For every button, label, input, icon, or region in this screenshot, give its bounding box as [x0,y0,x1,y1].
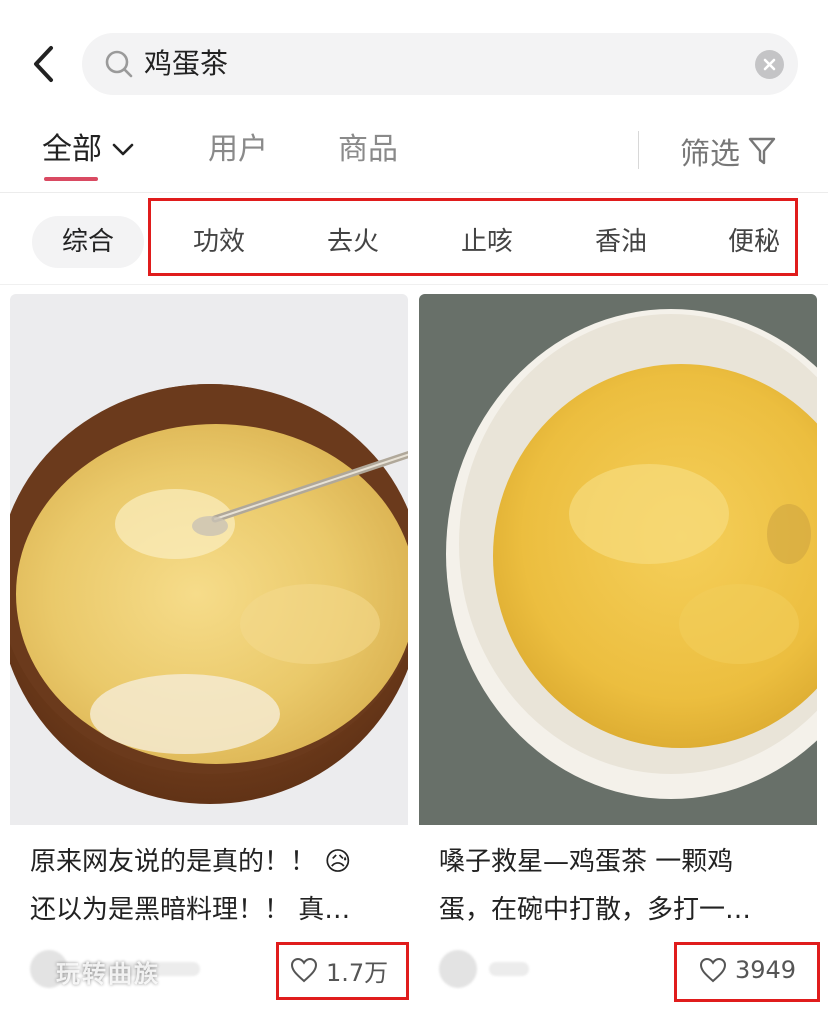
like-count: 1.7万 [326,958,389,987]
back-button[interactable] [26,44,62,84]
avatar[interactable] [439,950,477,988]
tab-all[interactable]: 全部 [42,130,134,170]
like-button[interactable]: 3949 [699,950,796,990]
note-card-1[interactable]: 原来网友说的是真的！！ 😥 还以为是黑暗料理！！ 真… 1.7万 [10,294,408,1009]
card-title: 嗓子救星—鸡蛋茶 一颗鸡 蛋，在碗中打散，多打一… [439,838,799,934]
chip-reduce-heat[interactable]: 去火 [327,225,379,259]
clear-icon[interactable] [755,50,784,79]
chevron-left-icon [34,46,53,82]
card-title-line2: 还以为是黑暗料理！！ 真… [30,895,351,925]
heart-icon [699,957,727,983]
chip-cough[interactable]: 止咳 [461,225,513,259]
card-title: 原来网友说的是真的！！ 😥 还以为是黑暗料理！！ 真… [30,838,390,934]
card-image[interactable] [419,294,817,825]
search-input[interactable]: 鸡蛋茶 [82,33,798,95]
sad-face-emoji: 😥 [324,847,352,877]
filter-label: 筛选 [680,137,740,172]
tab-all-label: 全部 [42,132,102,167]
search-icon [105,50,133,78]
active-tab-indicator [44,177,98,181]
note-card-2[interactable]: 嗓子救星—鸡蛋茶 一颗鸡 蛋，在碗中打散，多打一… 3949 [419,294,817,1009]
tabs-divider [638,131,639,169]
tab-products[interactable]: 商品 [338,130,398,170]
header-divider [0,192,828,193]
filter-button[interactable]: 筛选 [680,130,776,172]
card-image[interactable] [10,294,408,825]
card-title-line2: 蛋，在碗中打散，多打一… [439,895,752,925]
chevron-down-icon [112,143,134,156]
card-title-line1: 原来网友说的是真的！！ [30,847,317,877]
chip-comprehensive-label: 综合 [61,227,114,257]
chips-divider [0,284,828,285]
heart-icon [290,957,318,983]
search-query: 鸡蛋茶 [144,47,229,80]
chip-comprehensive[interactable]: 综合 [32,216,144,268]
filter-icon [748,137,776,165]
author-name-blurred [489,962,529,976]
like-count: 3949 [735,956,797,984]
chip-sesame-oil[interactable]: 香油 [595,225,647,259]
chip-constipation[interactable]: 便秘 [728,225,780,259]
chip-efficacy[interactable]: 功效 [193,225,245,259]
card-title-line1: 嗓子救星—鸡蛋茶 一颗鸡 [439,847,734,877]
author-row[interactable] [439,949,529,989]
like-button[interactable]: 1.7万 [290,950,388,990]
tab-users[interactable]: 用户 [208,130,268,170]
watermark: 玩转曲族 [56,960,160,988]
